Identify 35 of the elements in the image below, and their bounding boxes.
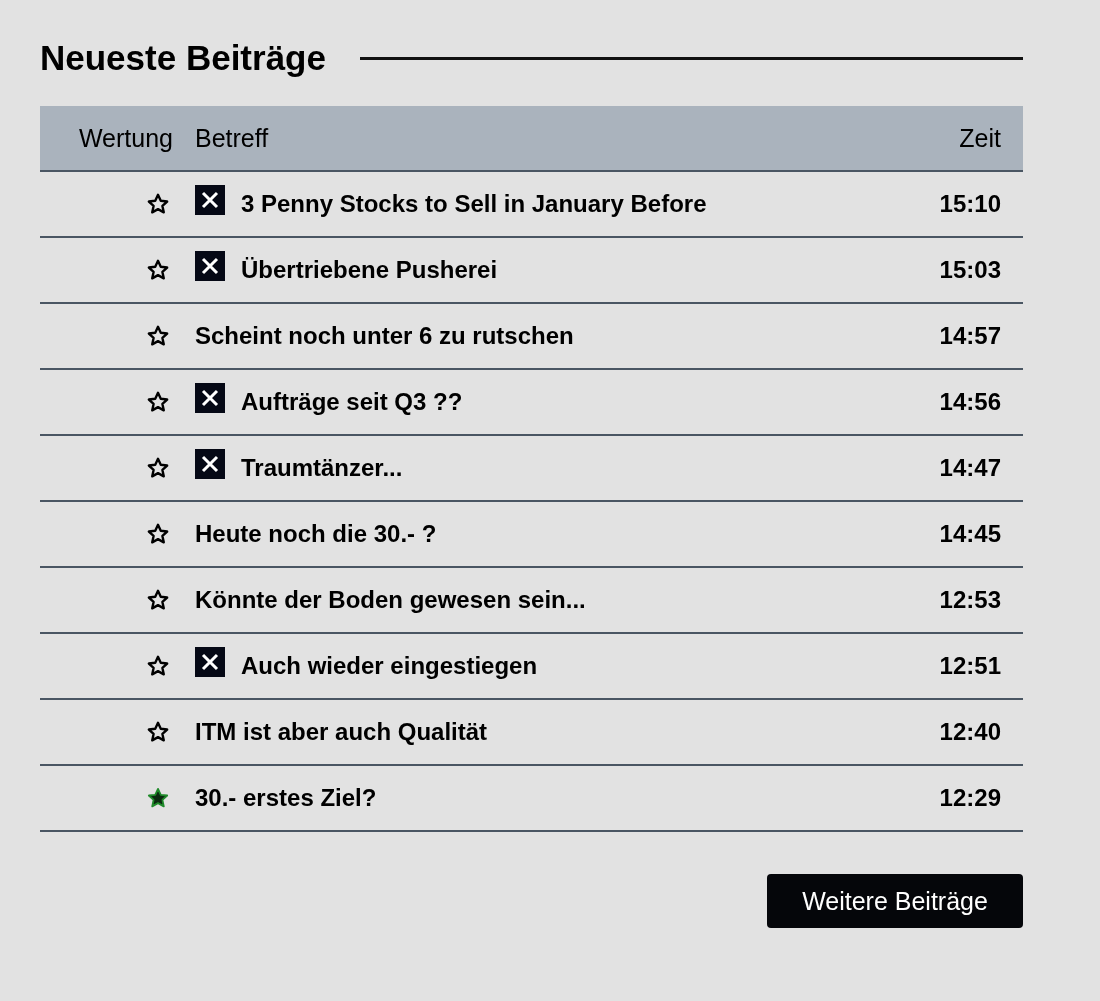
post-time: 14:45: [939, 520, 1001, 548]
post-subject-link[interactable]: Heute noch die 30.- ?: [195, 520, 437, 548]
star-icon[interactable]: [147, 523, 169, 545]
post-subject-link[interactable]: Aufträge seit Q3 ??: [241, 388, 463, 416]
star-icon[interactable]: [147, 655, 169, 677]
star-icon[interactable]: [147, 259, 169, 281]
post-subject-link[interactable]: 30.- erstes Ziel?: [195, 784, 377, 812]
post-subject-link[interactable]: Übertriebene Pusherei: [241, 256, 498, 284]
post-time: 12:29: [939, 784, 1001, 812]
post-time: 15:03: [939, 256, 1001, 284]
post-time: 12:51: [939, 652, 1001, 680]
post-time: 12:53: [939, 586, 1001, 614]
post-subject-link[interactable]: Könnte der Boden gewesen sein...: [195, 586, 586, 614]
filled-star-icon[interactable]: [147, 787, 169, 809]
star-icon[interactable]: [147, 391, 169, 413]
post-subject-link[interactable]: ITM ist aber auch Qualität: [195, 718, 488, 746]
star-icon[interactable]: [147, 589, 169, 611]
star-icon[interactable]: [147, 457, 169, 479]
post-time: 15:10: [939, 190, 1001, 218]
column-header: Zeit: [853, 106, 1023, 172]
column-header: Wertung: [40, 106, 183, 172]
post-time: 14:56: [939, 388, 1001, 416]
star-icon[interactable]: [147, 325, 169, 347]
column-header: Betreff: [183, 106, 853, 172]
post-subject-link[interactable]: 3 Penny Stocks to Sell in January Before: [241, 190, 707, 218]
star-icon[interactable]: [147, 193, 169, 215]
star-icon[interactable]: [147, 721, 169, 743]
post-subject-link[interactable]: Scheint noch unter 6 zu rutschen: [195, 322, 574, 350]
post-time: 14:47: [939, 454, 1001, 482]
section-title: Neueste Beiträge: [40, 38, 326, 78]
post-time: 12:40: [939, 718, 1001, 746]
more-posts-button[interactable]: Weitere Beiträge: [767, 874, 1023, 928]
post-subject-link[interactable]: Auch wieder eingestiegen: [241, 652, 538, 680]
post-time: 14:57: [939, 322, 1001, 350]
post-subject-link[interactable]: Traumtänzer...: [241, 454, 403, 482]
